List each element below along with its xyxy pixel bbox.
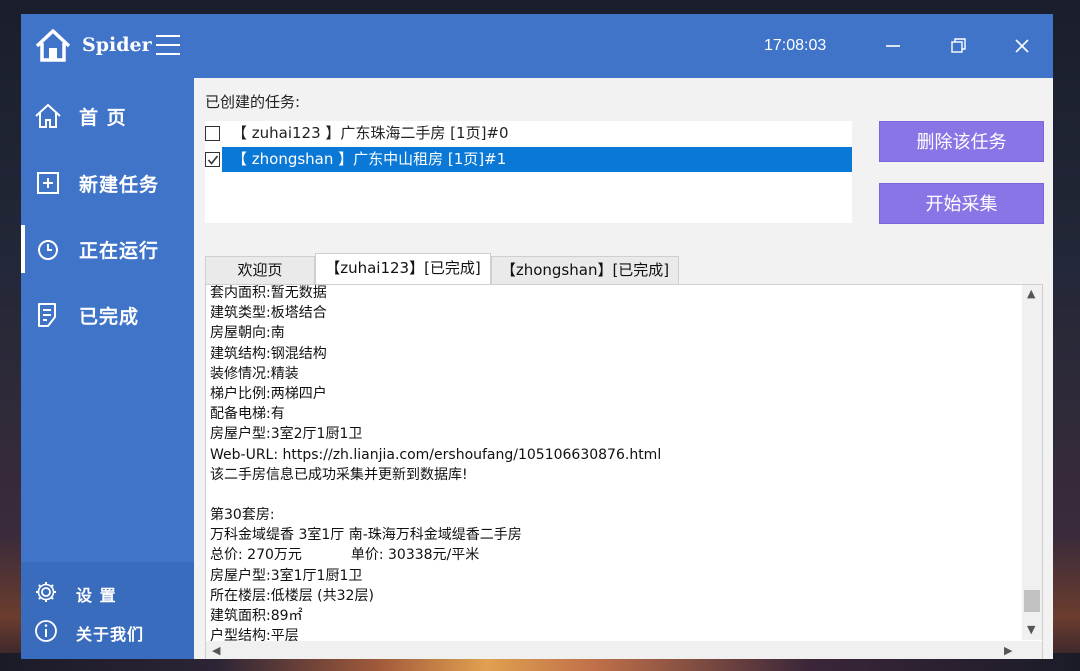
checkmark-icon [207, 155, 219, 165]
sidebar-item-running[interactable]: 正在运行 [21, 225, 194, 273]
main-content: 已创建的任务: 【 zuhai123 】广东珠海二手房 [1页]#0 【 zho… [194, 78, 1053, 659]
tab-zhongshan[interactable]: 【zhongshan】[已完成] [491, 256, 679, 284]
log-line: 套内面积:暂无数据 [210, 285, 327, 301]
sidebar-footer: 设 置 关于我们 [21, 562, 194, 659]
log-line: 万科金域缇香 3室1厅 南-珠海万科金域缇香二手房 [210, 527, 522, 544]
tab-zuhai123[interactable]: 【zuhai123】[已完成] [315, 253, 491, 284]
app-logo: Spider [21, 14, 194, 78]
start-crawl-button[interactable]: 开始采集 [879, 183, 1044, 224]
active-indicator [21, 225, 25, 273]
sidebar: Spider 首 页 新建任务 正在运行 已完成 设 置 关于我们 [21, 14, 194, 659]
sidebar-item-about[interactable]: 关于我们 [21, 616, 194, 646]
log-line: 总价: 270万元 单价: 30338元/平米 [210, 547, 480, 564]
log-line: 房屋朝向:南 [210, 325, 285, 342]
home-outline-icon [35, 103, 61, 128]
log-line: 梯户比例:两梯四户 [210, 385, 327, 402]
log-text: 套内面积:暂无数据 建筑类型:板塔结合 房屋朝向:南 建筑结构:钢混结构 装修情… [210, 285, 1020, 646]
clock-icon [38, 240, 58, 260]
title-bar[interactable]: 17:08:03 [194, 14, 1053, 78]
vertical-scrollbar[interactable]: ▲ ▼ [1022, 285, 1042, 640]
log-line: 配备电梯:有 [210, 406, 285, 423]
task-checkbox-checked[interactable] [205, 152, 220, 167]
sidebar-item-label: 设 置 [76, 586, 117, 605]
log-line: 建筑结构:钢混结构 [210, 345, 327, 362]
checklist-icon [38, 303, 56, 327]
app-window: Spider 首 页 新建任务 正在运行 已完成 设 置 关于我们 17:08:… [21, 14, 1053, 659]
log-line: Web-URL: https://zh.lianjia.com/ershoufa… [210, 446, 662, 463]
info-icon [35, 620, 57, 642]
log-line: 第30套房: [210, 507, 275, 524]
house-logo-icon [35, 29, 71, 62]
log-line: 该二手房信息已成功采集并更新到数据库! [210, 466, 468, 483]
task-label: 【 zuhai123 】广东珠海二手房 [1页]#0 [232, 124, 509, 142]
sidebar-item-label: 首 页 [79, 107, 127, 129]
sidebar-item-new-task[interactable]: 新建任务 [21, 159, 194, 207]
task-label: 【 zhongshan 】广东中山租房 [1页]#1 [222, 147, 852, 172]
sidebar-item-label: 正在运行 [79, 240, 160, 262]
scroll-down-icon[interactable]: ▼ [1027, 623, 1035, 636]
log-line: 装修情况:精装 [210, 365, 299, 382]
restore-icon[interactable] [946, 34, 970, 58]
sidebar-item-settings[interactable]: 设 置 [21, 577, 194, 607]
sidebar-item-label: 已完成 [79, 306, 140, 328]
tasks-heading: 已创建的任务: [205, 93, 301, 111]
scrollbar-thumb[interactable] [1024, 590, 1040, 612]
delete-task-button[interactable]: 删除该任务 [879, 121, 1044, 162]
close-icon[interactable] [1010, 34, 1034, 58]
sidebar-item-label: 新建任务 [79, 174, 160, 196]
sidebar-item-label: 关于我们 [76, 625, 145, 644]
horizontal-scrollbar[interactable]: ◀ ▶ [206, 641, 1042, 659]
task-checkbox[interactable] [205, 126, 220, 141]
task-row-selected[interactable]: 【 zhongshan 】广东中山租房 [1页]#1 [205, 147, 852, 172]
scroll-left-icon[interactable]: ◀ [212, 644, 220, 657]
sidebar-item-home[interactable]: 首 页 [21, 92, 194, 140]
task-list[interactable]: 【 zuhai123 】广东珠海二手房 [1页]#0 【 zhongshan 】… [205, 121, 852, 223]
log-line: 房屋户型:3室2厅1厨1卫 [210, 426, 363, 443]
menu-toggle-icon[interactable] [156, 35, 180, 57]
task-row[interactable]: 【 zuhai123 】广东珠海二手房 [1页]#0 [205, 121, 852, 146]
gear-icon [36, 582, 56, 602]
log-line: 所在楼层:低楼层 (共32层) [210, 587, 374, 604]
sidebar-item-completed[interactable]: 已完成 [21, 291, 194, 339]
log-output[interactable]: 套内面积:暂无数据 建筑类型:板塔结合 房屋朝向:南 建筑结构:钢混结构 装修情… [205, 284, 1043, 659]
scroll-up-icon[interactable]: ▲ [1027, 287, 1035, 300]
log-line: 房屋户型:3室1厅1厨1卫 [210, 567, 363, 584]
log-line: 建筑类型:板塔结合 [210, 305, 327, 322]
app-name: Spider [82, 34, 152, 56]
log-line: 建筑面积:89㎡ [210, 608, 303, 624]
clock: 17:08:03 [764, 37, 827, 54]
minimize-icon[interactable] [881, 34, 905, 58]
scroll-right-icon[interactable]: ▶ [1004, 644, 1012, 657]
tab-welcome[interactable]: 欢迎页 [205, 256, 315, 284]
plus-square-icon [37, 172, 59, 194]
